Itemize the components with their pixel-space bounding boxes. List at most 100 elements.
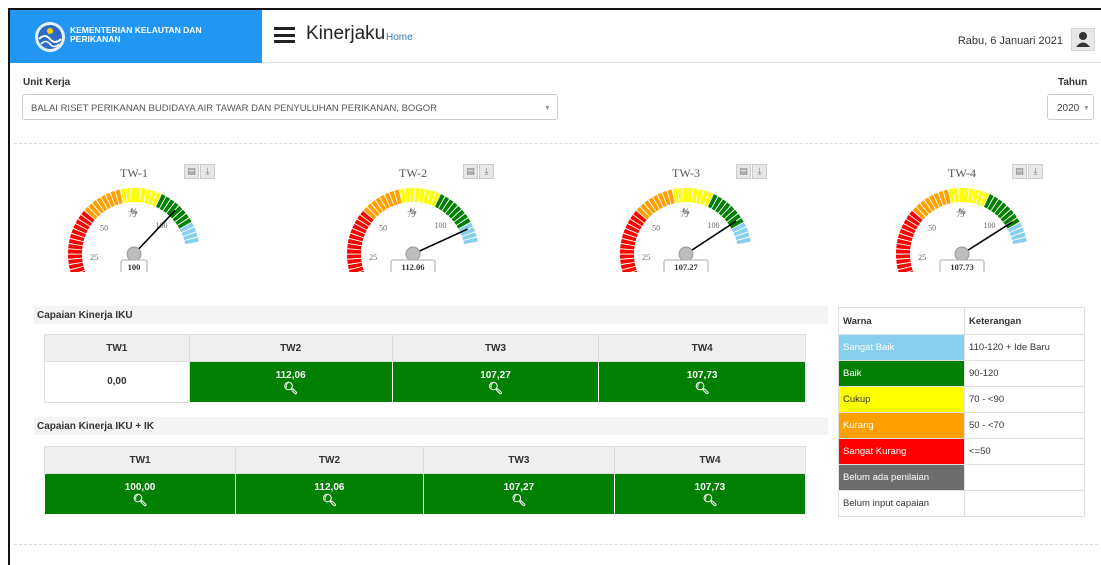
gauge-tick-label: 50	[379, 223, 387, 232]
menu-toggle-icon[interactable]	[274, 27, 295, 43]
print-icon[interactable]: ▤	[463, 164, 478, 179]
iku-header-tw3: TW3	[391, 334, 600, 362]
gauge-needle	[133, 209, 176, 255]
user-menu-button[interactable]	[1071, 28, 1095, 51]
legend-desc-belum-penilaian	[964, 464, 1085, 491]
gauge-tick-label: 100	[434, 221, 446, 230]
unit-kerja-value: BALAI RISET PERIKANAN BUDIDAYA AIR TAWAR…	[31, 103, 437, 114]
legend-swatch-sangat-baik: Sangat Baik	[838, 334, 965, 361]
search-icon[interactable]: 🔍︎	[190, 382, 392, 394]
user-icon	[1076, 32, 1090, 47]
legend-swatch-belum-input: Belum input capaian	[838, 490, 965, 517]
gauge-needle	[412, 228, 468, 255]
legend-header-keterangan: Keterangan	[964, 307, 1085, 335]
gauge-dial: 0255075100%TW-3107.27	[620, 166, 751, 272]
gauge-export-buttons: ▤ ⤓	[1012, 161, 1046, 179]
gauge-tick-label: 25	[642, 253, 650, 262]
legend-desc-sangat-baik: 110-120 + Ide Baru	[964, 334, 1085, 361]
gauge-band-segment	[687, 188, 693, 203]
print-icon[interactable]: ▤	[1012, 164, 1027, 179]
gauge-band-segment	[135, 188, 141, 203]
iku-header-tw4: TW4	[598, 334, 806, 362]
iku-ik-value-tw4: 107,73	[694, 482, 726, 493]
gauge-band-segment	[347, 249, 362, 254]
iku-value-tw2: 112,06	[275, 370, 306, 381]
section-iku-title: Capaian Kinerja IKU	[34, 306, 828, 324]
gauge-band-segment	[414, 188, 420, 203]
gauge-dial: 0255075100%TW-2112.06	[347, 166, 478, 272]
color-legend-table: Warna Keterangan Sangat Baik 110-120 + I…	[838, 307, 1085, 517]
iku-header-tw1: TW1	[44, 334, 190, 362]
gauge-unit-label: %	[958, 207, 966, 216]
iku-ik-value-tw3: 107,27	[503, 482, 535, 493]
app-frame: KEMENTERIAN KELAUTAN DAN PERIKANAN Kiner…	[8, 8, 1101, 565]
search-icon[interactable]: 🔍︎	[236, 494, 423, 506]
download-icon[interactable]: ⤓	[752, 164, 767, 179]
iku-ik-cell-tw4[interactable]: 107,73 🔍︎	[613, 473, 807, 515]
gauge-unit-label: %	[682, 207, 690, 216]
gauge-export-buttons: ▤ ⤓	[184, 161, 218, 179]
iku-cell-tw4[interactable]: 107,73 🔍︎	[598, 361, 806, 403]
gauge-tick-label: 25	[90, 253, 98, 262]
search-icon[interactable]: 🔍︎	[393, 382, 599, 394]
search-icon[interactable]: 🔍︎	[424, 494, 614, 506]
gauge-unit-label: %	[409, 207, 417, 216]
gauge-title: TW-4	[948, 166, 976, 180]
gauge-tw1: 0255075100%TW-1100 ▤⤓	[46, 160, 215, 272]
gauge-tick-label: 50	[652, 223, 660, 232]
gauge-export-buttons: ▤ ⤓	[463, 161, 497, 179]
iku-cell-tw2[interactable]: 112,06 🔍︎	[188, 361, 393, 403]
gauge-tick-label: 100	[707, 221, 719, 230]
gauge-value-label: 107.73	[950, 262, 973, 272]
print-icon[interactable]: ▤	[736, 164, 751, 179]
gauge-band-segment	[410, 188, 415, 203]
unit-kerja-select[interactable]: BALAI RISET PERIKANAN BUDIDAYA AIR TAWAR…	[22, 94, 558, 120]
print-icon[interactable]: ▤	[184, 164, 199, 179]
gauge-band-segment	[677, 188, 683, 203]
gauge-tick-label: 25	[369, 253, 377, 262]
gauge-needle-pivot	[405, 246, 421, 262]
chevron-down-icon: ▼	[1083, 105, 1090, 112]
breadcrumb-home-link[interactable]: Home	[386, 32, 413, 43]
gauge-needle-pivot	[126, 246, 142, 262]
brand-logo[interactable]: KEMENTERIAN KELAUTAN DAN PERIKANAN	[10, 10, 262, 63]
iku-ik-cell-tw2[interactable]: 112,06 🔍︎	[235, 473, 424, 515]
iku-ik-cell-tw3[interactable]: 107,27 🔍︎	[422, 473, 615, 515]
gauge-tw2: 0255075100%TW-2112.06 ▤⤓	[325, 160, 494, 272]
gauge-value-label: 100	[128, 262, 141, 272]
download-icon[interactable]: ⤓	[200, 164, 215, 179]
gauge-band-segment	[347, 254, 362, 259]
gauge-band-segment	[68, 249, 83, 254]
gauge-value-label: 112.06	[402, 262, 425, 272]
gauge-value-label: 107.27	[674, 262, 698, 272]
legend-swatch-belum-penilaian: Belum ada penilaian	[838, 464, 965, 491]
download-icon[interactable]: ⤓	[1028, 164, 1043, 179]
divider	[14, 544, 1098, 545]
download-icon[interactable]: ⤓	[479, 164, 494, 179]
iku-ik-cell-tw1[interactable]: 100,00 🔍︎	[43, 473, 237, 515]
iku-header-tw2: TW2	[188, 334, 393, 362]
search-icon[interactable]: 🔍︎	[615, 494, 805, 506]
legend-desc-sangat-kurang: <=50	[964, 438, 1085, 465]
iku-ik-header-tw2: TW2	[235, 446, 424, 474]
current-date: Rabu, 6 Januari 2021	[957, 35, 1063, 47]
iku-cell-tw3[interactable]: 107,27 🔍︎	[391, 361, 600, 403]
legend-swatch-cukup: Cukup	[838, 386, 965, 413]
gauge-dial: 0255075100%TW-4107.73	[896, 166, 1027, 272]
legend-desc-kurang: 50 - <70	[964, 412, 1085, 439]
app-title: Kinerjaku	[306, 23, 386, 44]
iku-ik-header-tw3: TW3	[422, 446, 615, 474]
iku-ik-header-tw4: TW4	[613, 446, 807, 474]
gauge-needle-pivot	[678, 246, 694, 262]
search-icon[interactable]: 🔍︎	[45, 494, 235, 506]
gauge-title: TW-3	[672, 166, 700, 180]
gauge-band-segment	[125, 188, 131, 203]
gauge-band-segment	[404, 188, 410, 203]
legend-desc-belum-input	[964, 490, 1085, 517]
search-icon[interactable]: 🔍︎	[599, 382, 805, 394]
iku-value-tw1: 0,00	[107, 376, 127, 387]
legend-swatch-sangat-kurang: Sangat Kurang	[838, 438, 965, 465]
tahun-value: 2020	[1057, 103, 1080, 114]
gauge-title: TW-2	[399, 166, 427, 180]
legend-swatch-kurang: Kurang	[838, 412, 965, 439]
